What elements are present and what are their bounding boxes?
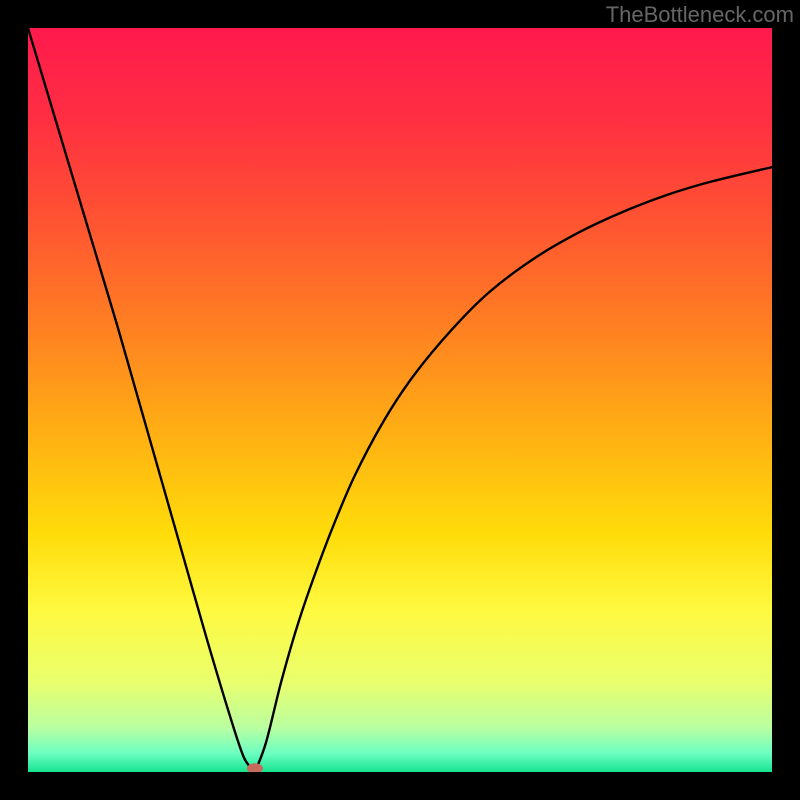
chart-frame: TheBottleneck.com (0, 0, 800, 800)
plot-area (28, 28, 772, 772)
watermark-label: TheBottleneck.com (606, 2, 794, 28)
plot-svg (28, 28, 772, 772)
